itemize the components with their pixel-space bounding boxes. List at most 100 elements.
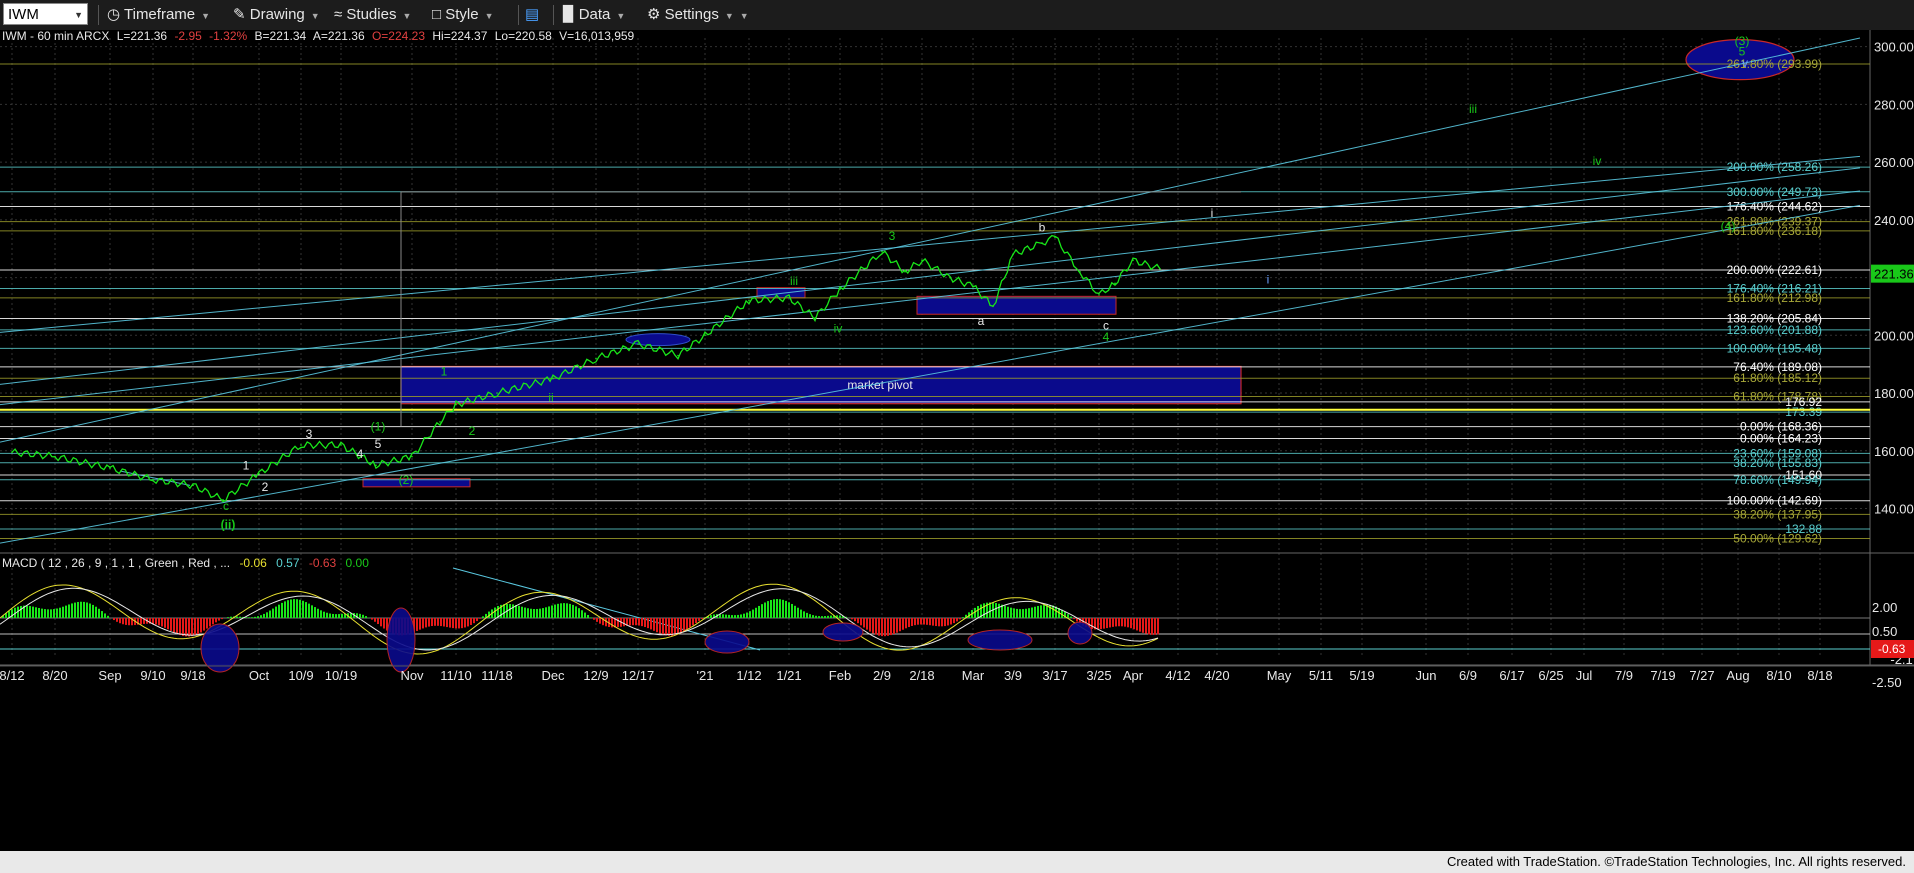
- price-point: [704, 334, 706, 337]
- macd-current-value: -0.63: [1878, 642, 1906, 656]
- style-icon: □: [432, 6, 442, 23]
- header-high: Hi=224.37: [432, 30, 487, 43]
- price-point: [595, 357, 597, 360]
- time-tick-label: Feb: [829, 668, 851, 683]
- time-tick-label: 4/20: [1204, 668, 1229, 683]
- price-point: [258, 473, 260, 475]
- chevron-down-icon: ▼: [484, 11, 494, 21]
- wave-label: a: [978, 314, 985, 328]
- time-tick-label: Oct: [249, 668, 270, 683]
- wave-label: iii: [1469, 102, 1477, 116]
- price-point: [54, 455, 56, 458]
- fib-label: 0.00% (164.23): [1740, 432, 1822, 446]
- time-tick-label: Jun: [1416, 668, 1437, 683]
- macd-header: MACD ( 12 , 26 , 9 , 1 , 1 , Green , Red…: [2, 556, 369, 570]
- header-low: Lo=220.58: [495, 30, 552, 43]
- studies-button[interactable]: ≈ Studies ▼: [334, 4, 411, 26]
- price-tick-label: 200.00: [1874, 328, 1914, 343]
- wave-label: 3: [889, 229, 896, 243]
- time-tick-label: 6/9: [1459, 668, 1477, 683]
- wave-label: 2: [262, 480, 269, 494]
- header-open: O=224.23: [372, 30, 425, 43]
- price-point: [1132, 259, 1134, 262]
- macd-ellipse: [822, 622, 864, 642]
- header-last: L=221.36: [117, 30, 168, 43]
- fib-label: 100.00% (195.48): [1727, 341, 1822, 355]
- price-point: [814, 317, 816, 319]
- price-tick-label: 240.00: [1874, 213, 1914, 228]
- data-button[interactable]: ▉ Data ▼: [563, 4, 625, 26]
- price-tick-label: 140.00: [1874, 501, 1914, 516]
- wave-label: 1: [243, 459, 250, 473]
- time-tick-label: 2/9: [873, 668, 891, 683]
- style-button[interactable]: □ Style ▼: [432, 4, 494, 26]
- price-point: [1012, 253, 1014, 256]
- timeframe-button[interactable]: ◷ Timeframe ▼: [107, 4, 210, 26]
- time-tick-label: 8/10: [1766, 668, 1791, 683]
- clock-icon: ◷: [107, 6, 121, 23]
- price-chart[interactable]: market pivot 261.80% (293.99)200.00% (25…: [0, 30, 1914, 851]
- wave-label: v: [1742, 56, 1748, 70]
- time-tick-label: Apr: [1123, 668, 1144, 683]
- time-tick-label: Jul: [1576, 668, 1593, 683]
- price-point: [904, 270, 906, 273]
- macd-ellipse: [967, 629, 1033, 651]
- macd-value-4: 0.00: [346, 556, 370, 570]
- chevron-down-icon: ▼: [739, 11, 749, 21]
- price-point: [1079, 270, 1081, 273]
- wave-label: iv: [1593, 154, 1602, 168]
- wave-a-zone: [916, 295, 1117, 315]
- time-tick-label: 4/12: [1165, 668, 1190, 683]
- price-point: [300, 444, 302, 446]
- fib-label: 200.00% (222.61): [1727, 263, 1822, 277]
- fib-label: 176.40% (244.62): [1727, 200, 1822, 214]
- layout-button[interactable]: ▤: [525, 4, 539, 26]
- macd-tick-label: 2.00: [1872, 600, 1897, 615]
- time-tick-label: 3/9: [1004, 668, 1022, 683]
- time-tick-label: 10/19: [325, 668, 358, 683]
- wave-label: c: [223, 499, 229, 513]
- time-tick-label: Dec: [541, 668, 565, 683]
- time-tick-label: Sep: [98, 668, 121, 683]
- price-point: [439, 421, 441, 423]
- price-point: [637, 343, 639, 345]
- market-pivot-label: market pivot: [847, 378, 913, 392]
- header-bid: B=221.34: [255, 30, 307, 43]
- fib-label: 100.00% (142.69): [1727, 494, 1822, 508]
- price-point: [881, 250, 883, 253]
- macd-value-2: 0.57: [276, 556, 300, 570]
- chevron-down-icon: ▼: [310, 11, 320, 21]
- time-tick-label: 12/17: [622, 668, 655, 683]
- wave-label: (1): [371, 420, 386, 434]
- header-symbol: IWM - 60 min ARCX: [2, 30, 109, 43]
- chevron-down-icon: ▼: [74, 10, 83, 20]
- wave-label: i: [1267, 272, 1270, 286]
- time-tick-label: 8/20: [42, 668, 67, 683]
- price-tick-label: 160.00: [1874, 444, 1914, 459]
- gear-icon: ⚙: [647, 6, 661, 23]
- drawing-button[interactable]: ✎ Drawing ▼: [233, 4, 320, 26]
- symbol-select[interactable]: IWM ▼: [3, 3, 88, 25]
- fib-label: 50.00% (129.62): [1733, 531, 1822, 545]
- price-point: [1098, 294, 1100, 296]
- wave-label: 4: [1103, 330, 1110, 344]
- data-label: Data: [578, 6, 611, 23]
- price-tick-label: 260.00: [1874, 155, 1914, 170]
- wave-label: iii: [790, 274, 798, 288]
- macd-value-3: -0.63: [309, 556, 337, 570]
- fib-label: 173.39: [1785, 405, 1822, 419]
- wave-label: i: [1211, 206, 1214, 220]
- symbol-header: IWM - 60 min ARCX L=221.36 -2.95 -1.32% …: [2, 30, 635, 43]
- price-point: [1041, 242, 1043, 244]
- time-tick-label: 5/11: [1309, 668, 1333, 683]
- price-point: [992, 305, 994, 308]
- time-tick-label: May: [1267, 668, 1292, 683]
- settings-button[interactable]: ⚙ Settings ▼ ▼: [647, 4, 749, 26]
- time-tick-label: '21: [697, 668, 714, 683]
- time-tick-label: 7/19: [1650, 668, 1675, 683]
- price-point: [109, 467, 111, 469]
- wave-label: (4): [1721, 219, 1736, 233]
- time-tick-label: 9/10: [140, 668, 165, 683]
- macd-tick-label: -2.50: [1872, 675, 1902, 690]
- current-price-value: 221.36: [1874, 267, 1914, 282]
